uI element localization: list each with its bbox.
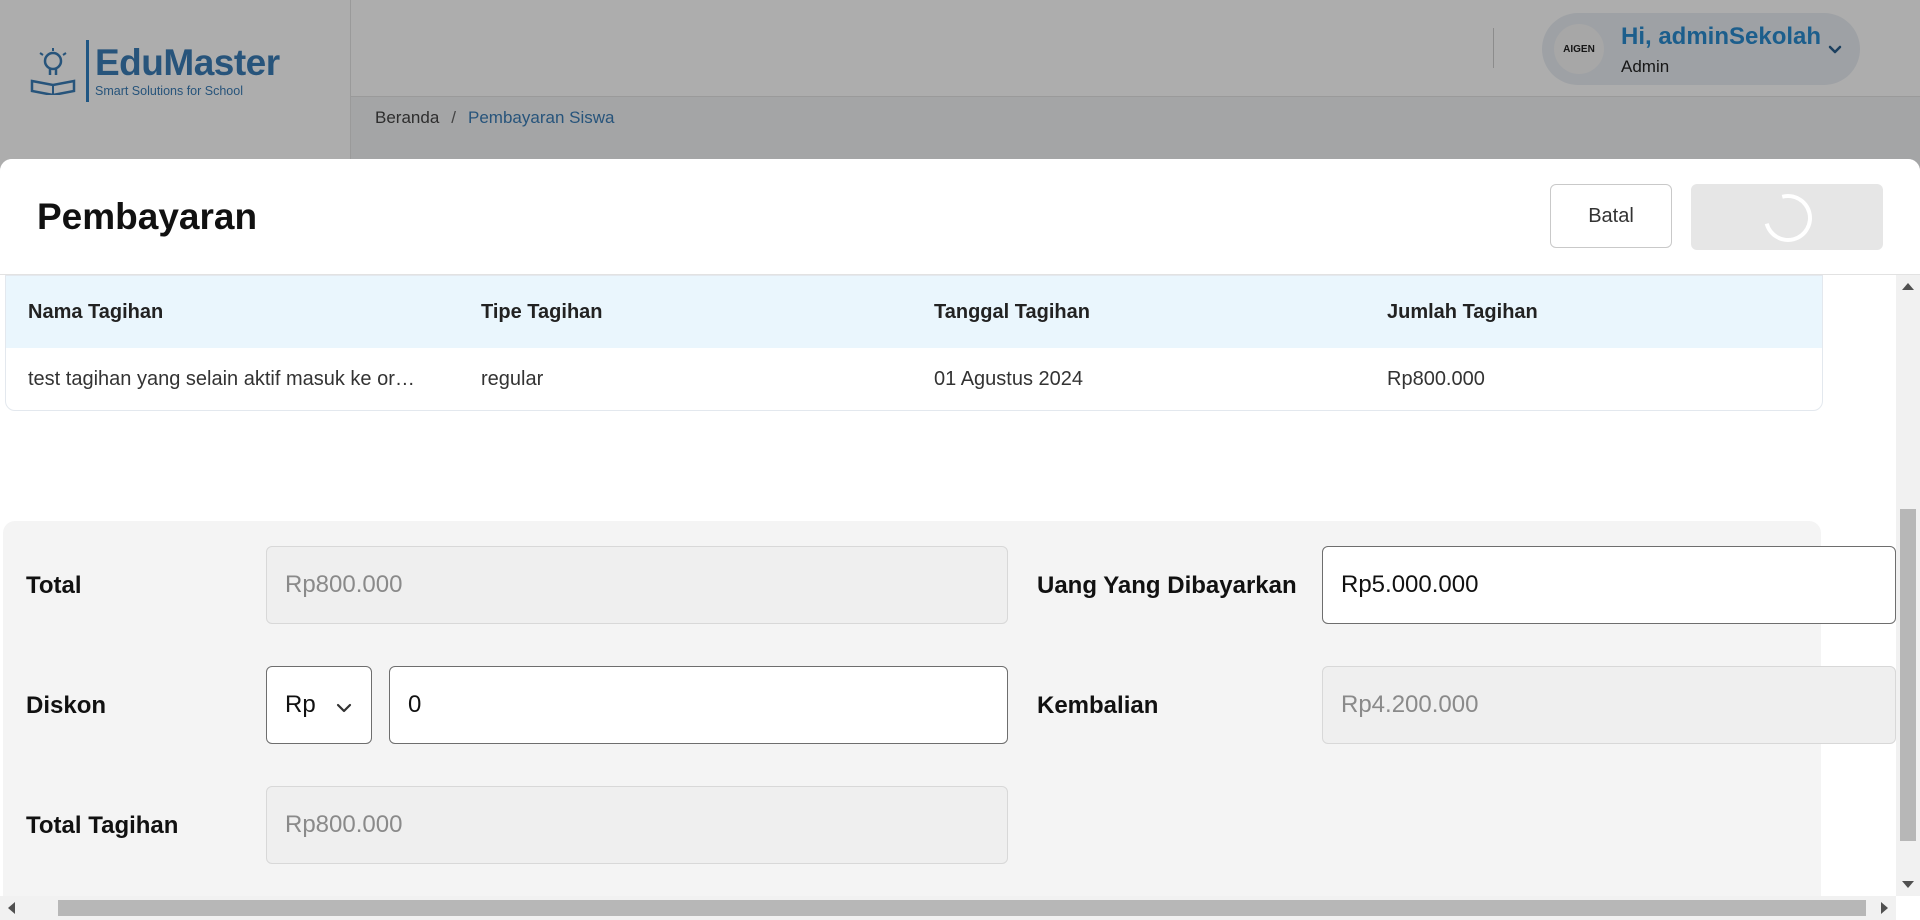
vertical-scroll-thumb[interactable] [1900,509,1916,841]
bill-type-cell: regular [481,367,544,390]
vertical-scrollbar[interactable] [1896,275,1920,896]
column-header: Nama Tagihan [28,300,164,323]
discount-type-value: Rp [285,691,316,718]
horizontal-scroll-thumb[interactable] [58,900,1866,916]
discount-input[interactable]: 0 [389,666,1008,744]
scroll-down-icon[interactable] [1902,881,1914,888]
discount-label: Diskon [26,692,107,719]
total-label: Total [26,572,82,599]
payment-form: Total Rp800.000 Uang Yang Dibayarkan Rp5… [3,521,1896,896]
paid-amount-label: Uang Yang Dibayarkan [1037,572,1297,599]
modal-body: Nama Tagihan Tipe Tagihan Tanggal Tagiha… [0,275,1896,896]
cancel-button[interactable]: Batal [1550,184,1672,248]
chevron-down-icon [335,696,353,714]
loading-spinner-icon [1755,185,1821,251]
discount-type-select[interactable]: Rp [266,666,372,744]
bill-total-label: Total Tagihan [26,812,179,839]
payment-modal: Pembayaran Batal Nama Tagihan Tipe Tagih… [0,159,1920,920]
bill-total-value: Rp800.000 [285,811,403,838]
horizontal-scrollbar[interactable] [0,896,1896,920]
table-row: test tagihan yang selain aktif masuk ke … [6,348,1822,410]
bill-total-field: Rp800.000 [266,786,1008,864]
modal-header: Pembayaran Batal [0,159,1920,275]
total-value: Rp800.000 [285,571,403,598]
column-header: Jumlah Tagihan [1387,300,1538,323]
column-header: Tanggal Tagihan [934,300,1090,323]
bill-amount-cell: Rp800.000 [1387,367,1485,390]
discount-value: 0 [408,691,422,718]
scroll-left-icon[interactable] [8,902,15,914]
bill-date-cell: 01 Agustus 2024 [934,367,1084,390]
bill-table: Nama Tagihan Tipe Tagihan Tanggal Tagiha… [5,275,1823,411]
paid-amount-input[interactable]: Rp5.000.000 [1322,546,1896,624]
change-field: Rp4.200.000 [1322,666,1896,744]
total-field: Rp800.000 [266,546,1008,624]
change-label: Kembalian [1037,692,1159,719]
bill-name-cell: test tagihan yang selain aktif masuk ke … [28,367,423,390]
modal-title: Pembayaran [37,196,258,237]
scroll-right-icon[interactable] [1881,902,1888,914]
scroll-up-icon[interactable] [1902,283,1914,290]
submit-button[interactable] [1691,184,1883,251]
change-value: Rp4.200.000 [1341,691,1479,718]
column-header: Tipe Tagihan [481,300,603,323]
table-header: Nama Tagihan Tipe Tagihan Tanggal Tagiha… [6,276,1822,348]
paid-amount-value: Rp5.000.000 [1341,571,1479,598]
